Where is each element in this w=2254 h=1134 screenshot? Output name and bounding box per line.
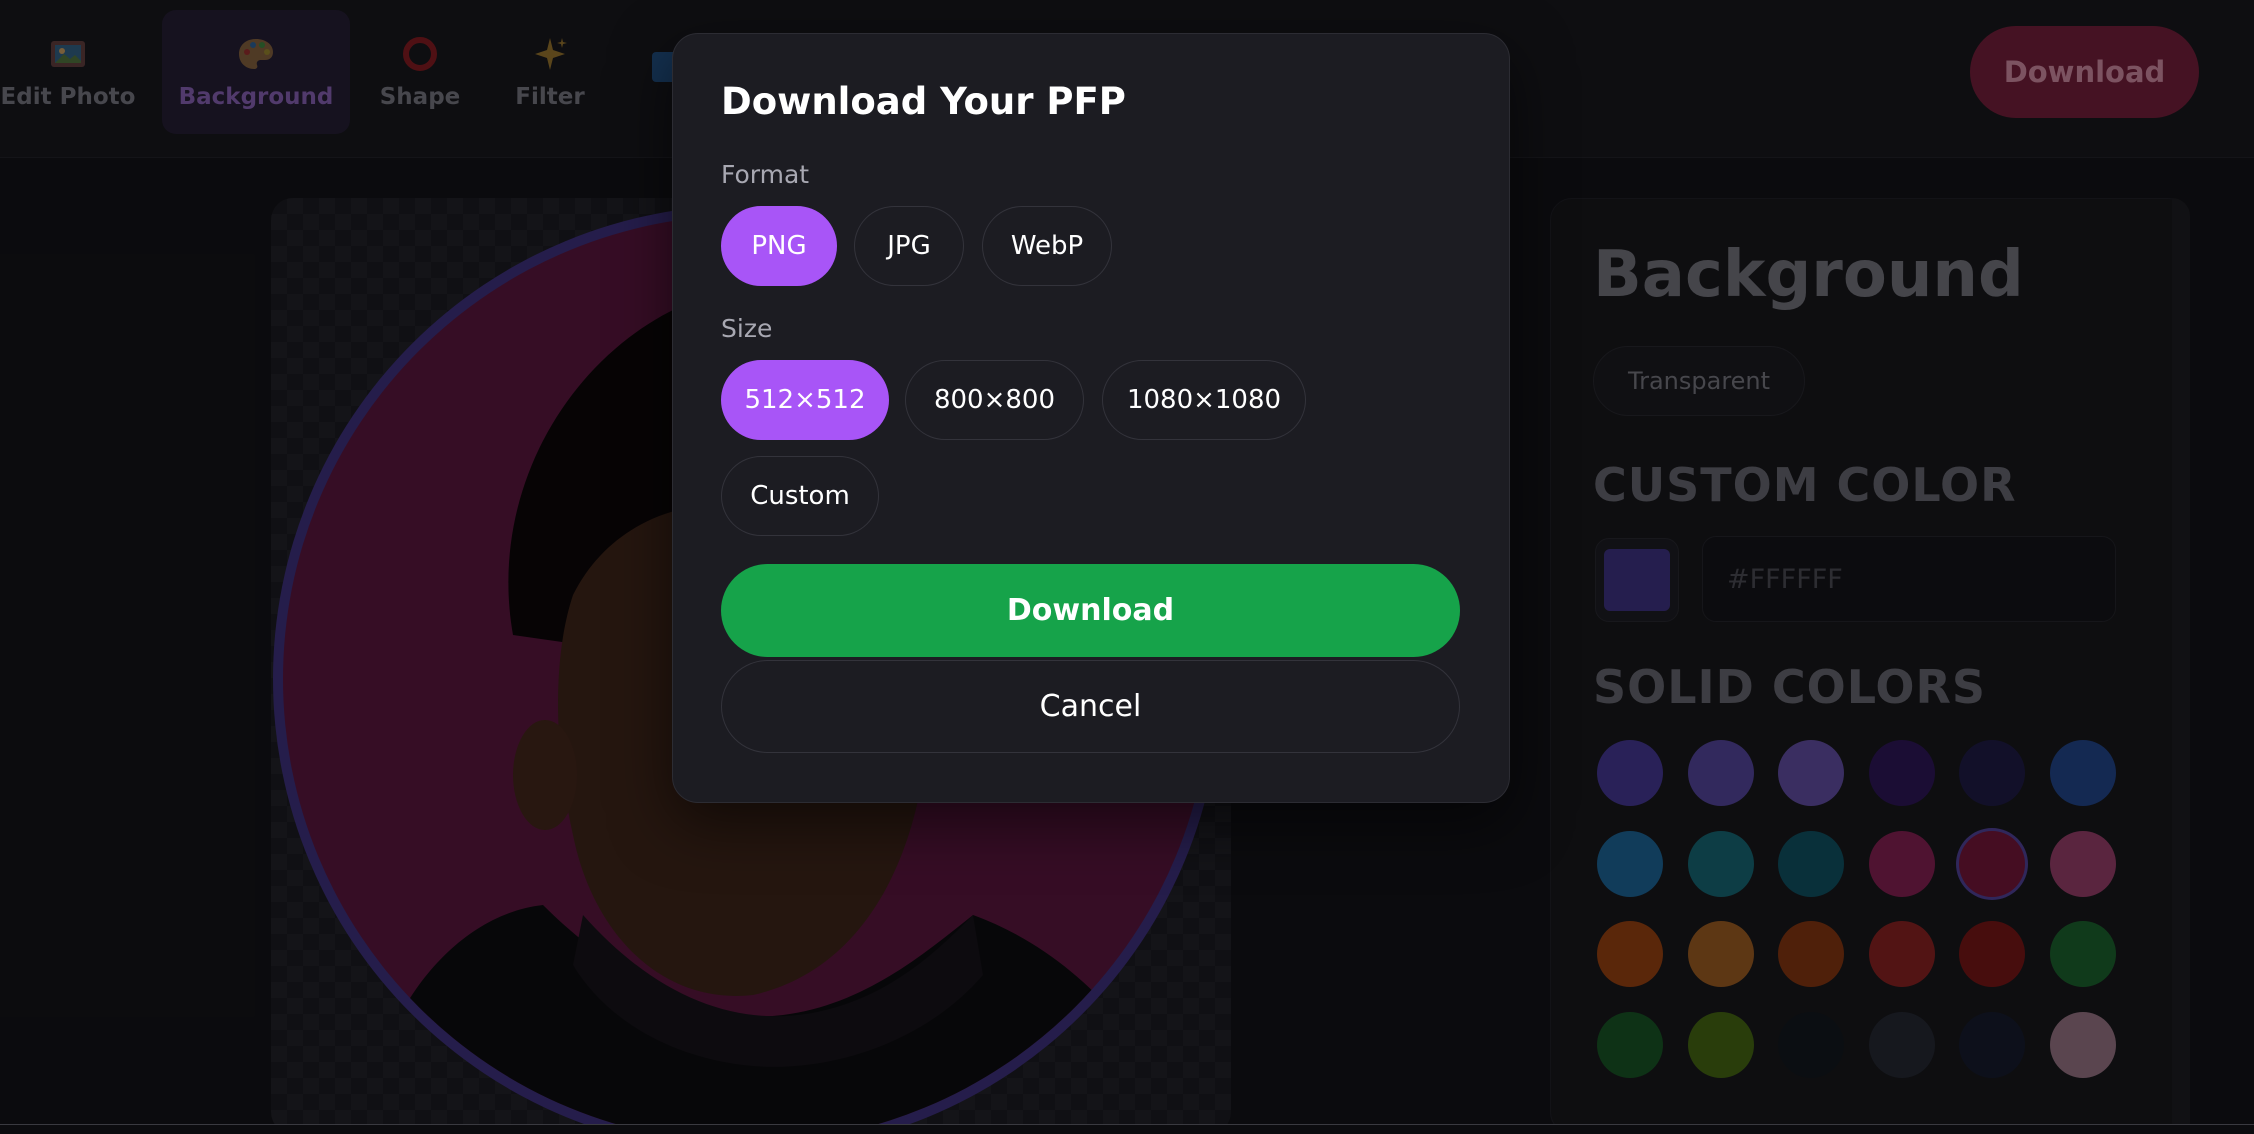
format-webp-option[interactable]: WebP — [982, 206, 1112, 286]
modal-download-button[interactable]: Download — [721, 564, 1460, 657]
format-label: Format — [721, 160, 810, 189]
size-800-option[interactable]: 800×800 — [905, 360, 1084, 440]
modal-title: Download Your PFP — [721, 80, 1126, 123]
size-512-option[interactable]: 512×512 — [721, 360, 889, 440]
size-custom-option[interactable]: Custom — [721, 456, 879, 536]
size-1080-option[interactable]: 1080×1080 — [1102, 360, 1306, 440]
size-label: Size — [721, 314, 773, 343]
footer-strip — [0, 1124, 2254, 1134]
format-jpg-option[interactable]: JPG — [854, 206, 964, 286]
format-png-option[interactable]: PNG — [721, 206, 837, 286]
modal-cancel-button[interactable]: Cancel — [721, 660, 1460, 753]
